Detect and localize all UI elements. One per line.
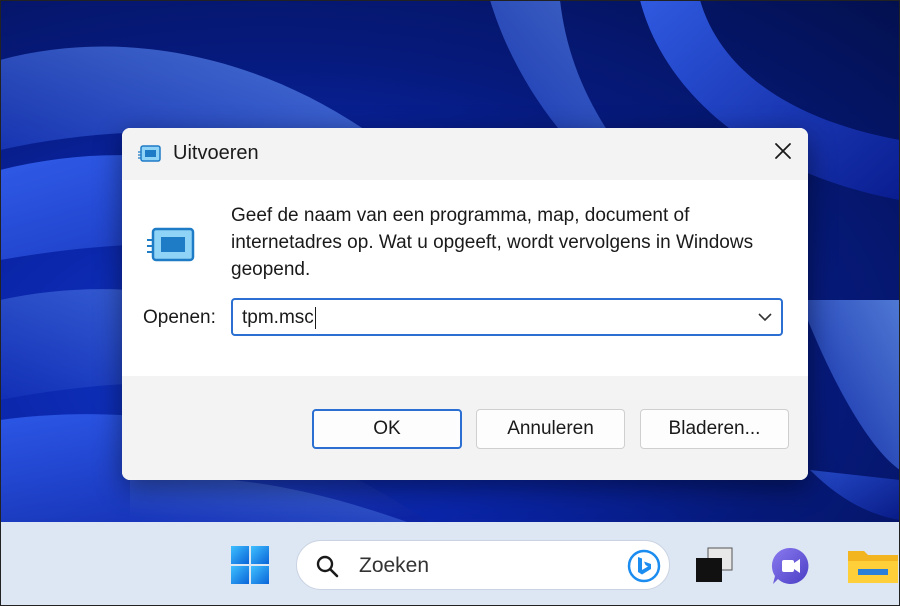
cancel-button[interactable]: Annuleren — [476, 409, 625, 449]
run-dialog: Uitvoeren Geef de naam van een programma… — [122, 128, 808, 480]
windows-start-icon[interactable] — [230, 545, 270, 585]
open-label: Openen: — [143, 307, 216, 328]
run-icon — [138, 144, 162, 164]
open-input[interactable]: tpm.msc — [242, 307, 316, 329]
search-placeholder: Zoeken — [359, 554, 430, 577]
taskbar: Zoeken — [0, 522, 900, 606]
search-icon — [315, 554, 339, 578]
close-icon — [774, 142, 792, 165]
browse-button[interactable]: Bladeren... — [640, 409, 789, 449]
chevron-down-icon[interactable] — [757, 309, 773, 325]
ok-button[interactable]: OK — [312, 409, 462, 449]
file-explorer-icon[interactable] — [846, 545, 900, 587]
dialog-description: Geef de naam van een programma, map, doc… — [231, 205, 754, 280]
task-view-icon[interactable] — [694, 546, 734, 584]
dialog-footer: OK Annuleren Bladeren... — [122, 376, 808, 480]
bing-icon[interactable] — [627, 549, 661, 583]
dialog-body: Geef de naam van een programma, map, doc… — [122, 180, 808, 376]
taskbar-search[interactable]: Zoeken — [296, 540, 670, 590]
run-program-icon — [147, 226, 197, 266]
dialog-titlebar[interactable]: Uitvoeren — [122, 128, 808, 180]
close-button[interactable] — [758, 128, 808, 178]
open-combobox[interactable]: tpm.msc — [231, 298, 783, 336]
dialog-title: Uitvoeren — [173, 142, 259, 164]
chat-icon[interactable] — [770, 545, 812, 587]
